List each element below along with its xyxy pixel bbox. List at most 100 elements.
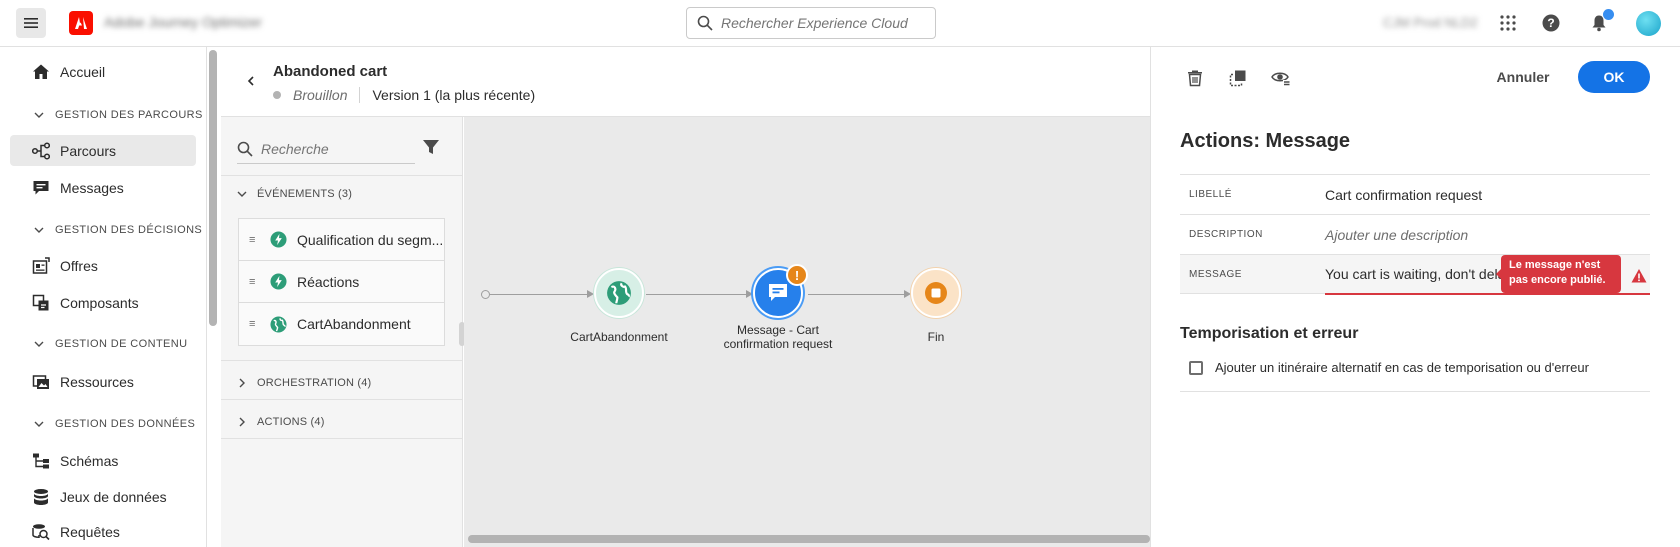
palette-search[interactable] — [237, 134, 415, 164]
global-search[interactable] — [686, 7, 936, 39]
nav-item-accueil[interactable]: Accueil — [10, 56, 196, 87]
divider — [221, 175, 463, 176]
prop-row-label: LIBELLÉ Cart confirmation request — [1180, 174, 1650, 214]
node-label: Fin — [927, 330, 945, 344]
cancel-button[interactable]: Annuler — [1487, 61, 1559, 93]
timeout-section-title: Temporisation et erreur — [1180, 325, 1359, 342]
divider — [221, 399, 463, 400]
menu-icon[interactable] — [16, 8, 46, 38]
error-tooltip: Le message n'est pas encore publié. — [1496, 255, 1621, 293]
filter-icon[interactable] — [420, 136, 442, 158]
back-chevron-icon[interactable] — [243, 73, 259, 89]
ok-button[interactable]: OK — [1578, 61, 1650, 93]
canvas-scrollbar[interactable] — [468, 535, 1150, 543]
nav-item-datasets[interactable]: Jeux de données — [10, 481, 196, 512]
help-icon[interactable]: ? — [1540, 12, 1562, 34]
divider — [1180, 391, 1650, 392]
label-field[interactable]: Cart confirmation request — [1325, 187, 1482, 203]
alert-triangle-icon — [1631, 268, 1647, 284]
schema-icon — [32, 452, 50, 470]
alternate-path-checkbox-row[interactable]: Ajouter un itinéraire alternatif en cas … — [1189, 360, 1589, 375]
nav-item-label: Messages — [60, 179, 124, 196]
left-nav-scrollbar[interactable] — [209, 50, 217, 326]
journey-title: Abandoned cart — [273, 63, 388, 80]
nav-item-offres[interactable]: Offres — [10, 250, 196, 281]
stop-icon — [925, 282, 947, 304]
message-icon — [769, 284, 787, 301]
nav-item-label: Composants — [60, 294, 139, 311]
nav-section-decisions[interactable]: GESTION DES DÉCISIONS — [34, 224, 202, 236]
preview-eye-icon[interactable] — [1270, 67, 1292, 89]
checkbox-label: Ajouter un itinéraire alternatif en cas … — [1215, 360, 1589, 375]
nav-item-composants[interactable]: Composants — [10, 287, 196, 318]
app-name: Adobe Journey Optimizer — [104, 14, 262, 30]
prop-key: MESSAGE — [1189, 268, 1242, 280]
nav-item-requetes[interactable]: Requêtes — [10, 516, 196, 547]
drag-handle-icon[interactable]: ≡ — [249, 318, 257, 330]
offer-icon — [32, 256, 50, 275]
nav-section-label: GESTION DES DONNÉES — [55, 418, 196, 430]
nav-item-label: Schémas — [60, 452, 119, 469]
nav-item-label: Offres — [60, 257, 98, 274]
home-icon — [32, 63, 50, 81]
nav-item-parcours[interactable]: Parcours — [10, 135, 196, 166]
connector — [490, 294, 587, 295]
prop-row-description: DESCRIPTION Ajouter une description — [1180, 214, 1650, 254]
nav-item-label: Ressources — [60, 373, 134, 390]
status-dot — [273, 91, 281, 99]
journey-header: Abandoned cart Brouillon Version 1 (la p… — [221, 47, 1150, 117]
nav-item-messages[interactable]: Messages — [10, 172, 196, 203]
event-item[interactable]: ≡ CartAbandonment — [239, 303, 444, 345]
notifications-bell-icon[interactable] — [1588, 9, 1614, 34]
event-item[interactable]: ≡ Qualification du segm... — [239, 219, 444, 261]
node-label: CartAbandonment — [570, 330, 668, 344]
palette-search-input[interactable] — [261, 140, 411, 157]
category-label: ÉVÉNEMENTS (3) — [257, 188, 353, 200]
nav-item-schemas[interactable]: Schémas — [10, 445, 196, 476]
event-item[interactable]: ≡ Réactions — [239, 261, 444, 303]
nav-section-journeys[interactable]: GESTION DES PARCOURS — [34, 109, 203, 121]
event-label: CartAbandonment — [297, 316, 411, 332]
events-list: ≡ Qualification du segm... ≡ Réactions ≡… — [238, 218, 445, 346]
apps-grid-icon[interactable] — [1497, 12, 1519, 34]
duplicate-icon[interactable] — [1227, 67, 1249, 89]
database-icon — [32, 488, 50, 506]
search-icon — [697, 15, 713, 31]
node-cart-abandonment[interactable] — [594, 268, 644, 318]
user-avatar[interactable] — [1636, 11, 1661, 36]
drag-handle-icon[interactable]: ≡ — [249, 276, 257, 288]
connector-arrow — [587, 290, 594, 298]
category-actions[interactable]: ACTIONS (4) — [237, 416, 325, 428]
nav-section-label: GESTION DES DÉCISIONS — [55, 224, 203, 236]
nav-item-label: Requêtes — [60, 523, 120, 540]
node-end[interactable] — [911, 268, 961, 318]
nav-section-content[interactable]: GESTION DE CONTENU — [34, 338, 188, 350]
delete-icon[interactable] — [1184, 67, 1206, 89]
node-label: Message - Cart confirmation request — [708, 323, 848, 351]
event-label: Qualification du segm... — [297, 231, 444, 248]
chevron-down-icon — [34, 421, 44, 427]
nav-section-label: GESTION DE CONTENU — [55, 338, 188, 350]
drag-handle-icon[interactable]: ≡ — [249, 234, 257, 246]
query-icon — [32, 523, 50, 541]
connector-arrow — [904, 290, 911, 298]
chevron-down-icon — [34, 341, 44, 347]
global-search-input[interactable] — [721, 15, 921, 31]
nav-item-ressources[interactable]: Ressources — [10, 366, 196, 397]
search-icon — [237, 141, 253, 157]
category-orchestration[interactable]: ORCHESTRATION (4) — [237, 377, 371, 389]
description-field[interactable]: Ajouter une description — [1325, 227, 1468, 243]
nav-section-data[interactable]: GESTION DES DONNÉES — [34, 418, 195, 430]
assets-icon — [32, 373, 50, 391]
alternate-path-checkbox[interactable] — [1189, 360, 1203, 375]
connector-arrow — [746, 290, 753, 298]
top-bar: Adobe Journey Optimizer CJM Prod NLD2 ? — [0, 0, 1680, 47]
nav-item-label: Accueil — [60, 63, 106, 80]
journey-version[interactable]: Version 1 (la plus récente) — [372, 87, 535, 103]
node-label-line: confirmation request — [723, 337, 833, 351]
journey-icon — [32, 141, 50, 160]
adobe-logo-icon[interactable] — [69, 11, 93, 35]
category-events[interactable]: ÉVÉNEMENTS (3) — [237, 188, 352, 200]
org-name[interactable]: CJM Prod NLD2 — [1383, 15, 1478, 30]
svg-text:?: ? — [1547, 16, 1554, 30]
